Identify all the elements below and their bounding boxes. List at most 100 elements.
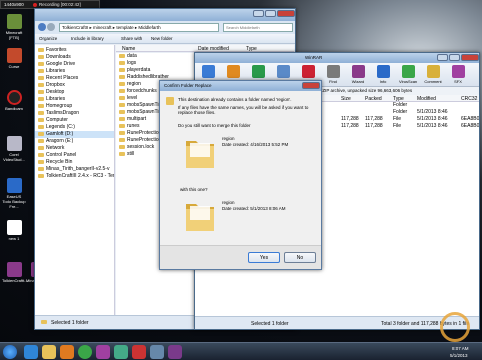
curse-icon: [6, 48, 22, 63]
nav-item[interactable]: Downloads: [35, 54, 114, 61]
taskbar-ie-icon[interactable]: [24, 345, 38, 359]
nav-item[interactable]: Network: [35, 145, 114, 152]
nav-item[interactable]: Favorites: [35, 47, 114, 54]
dialog-titlebar[interactable]: Confirm Folder Replace: [160, 81, 321, 91]
dialog-close-button[interactable]: [302, 82, 320, 89]
taskbar-app-icon[interactable]: [114, 345, 128, 359]
taskbar-app-icon[interactable]: [132, 345, 146, 359]
nav-item[interactable]: Google Drive: [35, 61, 114, 68]
winrar-tool-virusscan[interactable]: VirusScan: [399, 65, 417, 84]
winrar-tool-comment[interactable]: Comment: [424, 65, 442, 84]
taskbar-media-icon[interactable]: [60, 345, 74, 359]
minimize-button[interactable]: [253, 10, 264, 17]
taskbar-winrar-icon[interactable]: [168, 345, 182, 359]
search-input[interactable]: [223, 23, 293, 32]
address-bar[interactable]: TolkienCraftII ▸ minecraft ▸ template ▸ …: [59, 23, 219, 32]
nav-item[interactable]: TolkienCraftIII 2.4.x - RC3 - Temp: [35, 173, 114, 180]
incoming-folder-option[interactable]: region Date created: 5/1/2013 8:06 AM: [180, 196, 310, 242]
explorer-status-text: Selected 1 folder: [51, 320, 89, 326]
minimize-button[interactable]: [437, 54, 448, 61]
desktop-icon-easeus[interactable]: EaseUS Todo Backup Fre...: [2, 178, 26, 209]
nav-item[interactable]: Control Panel: [35, 152, 114, 159]
nav-item[interactable]: Minas_Tirith_bangerII-v2.5-v: [35, 166, 114, 173]
nav-item[interactable]: Legends (C:): [35, 124, 114, 131]
winrar-status: Selected 1 folder Total 3 folder and 117…: [195, 316, 479, 329]
taskbar-app-icon[interactable]: [96, 345, 110, 359]
breadcrumb-0[interactable]: TolkienCraftII: [62, 25, 88, 30]
breadcrumb-2[interactable]: template: [116, 25, 133, 30]
archive-modified: 5/1/2013 8:46: [417, 116, 448, 122]
desktop-icon-label: EaseUS Todo Backup Fre...: [2, 194, 26, 209]
file-name: multipart: [127, 116, 147, 122]
nav-item-label: Computer: [46, 117, 68, 123]
nav-item[interactable]: Computer: [35, 117, 114, 124]
nav-item-label: Libraries: [46, 68, 66, 74]
desktop-icon-bandicam[interactable]: Bandicam: [2, 90, 26, 111]
column-headers: Name Date modified Type: [116, 45, 294, 52]
folder-icon: [38, 138, 44, 143]
folder-icon: [119, 123, 125, 128]
nav-item[interactable]: Gamloft (D:): [35, 131, 114, 138]
nav-item-label: Legends (C:): [46, 124, 75, 130]
winrar-tool-find[interactable]: Find: [324, 65, 342, 84]
breadcrumb-1[interactable]: minecraft: [93, 25, 112, 30]
close-button[interactable]: [277, 10, 295, 17]
taskbar-explorer-icon[interactable]: [42, 345, 56, 359]
header-name[interactable]: Name: [122, 46, 135, 52]
nav-item[interactable]: Libraries: [35, 68, 114, 75]
folder-icon: [38, 117, 44, 122]
taskbar-app-icon[interactable]: [150, 345, 164, 359]
yes-button[interactable]: Yes: [248, 252, 280, 263]
winrar-tool-info[interactable]: Info: [374, 65, 392, 84]
taskbar-chrome-icon[interactable]: [78, 345, 92, 359]
desktop-icon-label: Corel VideoStud...: [3, 152, 25, 162]
clock-date[interactable]: 5/1/2013: [450, 353, 468, 358]
close-button[interactable]: [461, 54, 479, 61]
desktop-icon-tolkiencraft[interactable]: TolkienCraftt...: [2, 262, 28, 283]
nav-item[interactable]: Recent Places: [35, 75, 114, 82]
winrar-tool-wizard[interactable]: Wizard: [349, 65, 367, 84]
desktop-icon-new1[interactable]: new 1: [2, 220, 26, 241]
nav-item[interactable]: Aragorn (E:): [35, 138, 114, 145]
explorer-titlebar[interactable]: [35, 9, 295, 21]
nav-item[interactable]: TaslimsDragon: [35, 110, 114, 117]
folder-icon: [41, 320, 47, 324]
forward-button[interactable]: [47, 23, 55, 31]
clock-time[interactable]: 8:07 AM: [452, 346, 469, 351]
existing-folder-option[interactable]: region Date created: 4/16/2013 5:52 PM: [180, 131, 310, 177]
no-button[interactable]: No: [284, 252, 316, 263]
nav-item-label: Downloads: [46, 54, 71, 60]
nav-item[interactable]: Dropbox: [35, 82, 114, 89]
folder-icon: [38, 145, 44, 150]
maximize-button[interactable]: [449, 54, 460, 61]
folder-icon: [119, 102, 125, 107]
file-name: logs: [127, 60, 137, 66]
desktop-icon-label: Bandicam: [5, 106, 23, 111]
tool-icon: [226, 65, 240, 78]
nav-item[interactable]: Libraries: [35, 96, 114, 103]
maximize-button[interactable]: [265, 10, 276, 17]
winrar-tool-sfx[interactable]: SFX: [449, 65, 467, 84]
start-button[interactable]: [3, 345, 17, 359]
nav-item[interactable]: Recycle Bin: [35, 159, 114, 166]
dialog-line1: This destination already contains a fold…: [178, 97, 292, 102]
archive-packed: 117,288: [365, 123, 383, 129]
archive-type: Folder: [393, 109, 408, 115]
include-library-button[interactable]: Include in library: [71, 36, 104, 41]
desktop-icon-corel[interactable]: Corel VideoStud...: [2, 136, 26, 162]
nav-item[interactable]: Homegroup: [35, 103, 114, 110]
desktop-icon-curse[interactable]: Curse: [2, 48, 26, 69]
new-folder-button[interactable]: New folder: [151, 36, 173, 41]
nav-item-label: TaslimsDragon: [46, 110, 80, 116]
organize-button[interactable]: Organize: [39, 36, 57, 41]
winrar-titlebar[interactable]: WinRAR: [195, 53, 479, 63]
desktop-icon-minecraft[interactable]: Minecraft [FTB]: [2, 14, 26, 40]
tool-icon: [451, 65, 465, 78]
breadcrumb-3[interactable]: Middlefarth: [138, 25, 160, 30]
nav-item[interactable]: Desktop: [35, 89, 114, 96]
incoming-folder-date: Date created: 5/1/2013 8:06 AM: [222, 206, 286, 211]
back-button[interactable]: [38, 23, 46, 31]
share-with-button[interactable]: Share with: [121, 36, 142, 41]
archive-type: Folder: [393, 102, 408, 108]
tool-label: Comment: [424, 79, 442, 84]
